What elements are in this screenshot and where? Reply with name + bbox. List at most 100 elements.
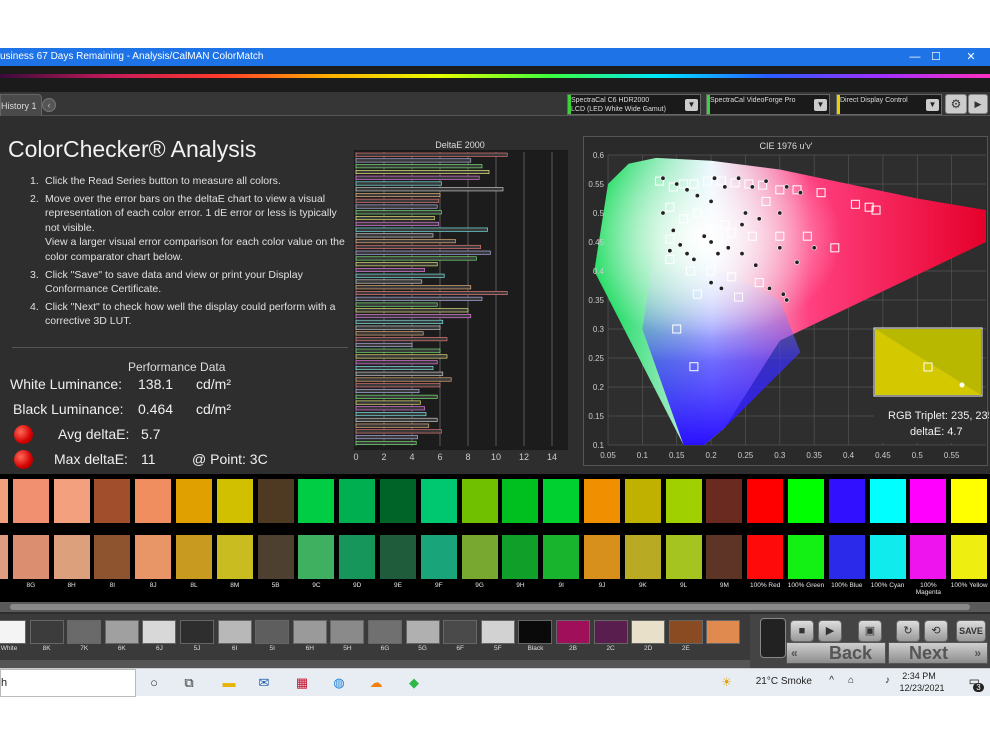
measured-swatch[interactable] xyxy=(12,535,49,579)
deltae-bar[interactable] xyxy=(355,210,442,215)
target-swatch[interactable] xyxy=(584,479,620,523)
deltae-bar[interactable] xyxy=(355,417,438,422)
deltae-bar[interactable] xyxy=(355,244,481,249)
series-swatch[interactable] xyxy=(480,620,515,644)
deltae-bar[interactable] xyxy=(355,285,472,290)
deltae-chart[interactable]: DeltaE 2000 0 2 4 6 8 10 12 14 xyxy=(352,140,574,470)
measured-swatch[interactable] xyxy=(461,535,498,579)
series-swatch[interactable] xyxy=(631,620,666,644)
measured-swatch[interactable] xyxy=(176,535,212,579)
chevron-down-icon[interactable]: ▼ xyxy=(926,99,939,111)
measured-swatch[interactable] xyxy=(94,535,131,579)
series-swatch[interactable] xyxy=(180,620,214,644)
office-icon[interactable]: ▦ xyxy=(293,674,311,692)
deltae-bar[interactable] xyxy=(355,337,448,342)
deltae-bar[interactable] xyxy=(355,429,442,434)
file-explorer-icon[interactable]: ▬ xyxy=(220,674,238,692)
weather-text[interactable]: 21°C Smoke xyxy=(756,676,812,687)
measured-swatch[interactable] xyxy=(788,535,824,579)
deltae-bar[interactable] xyxy=(355,204,438,209)
deltae-bar[interactable] xyxy=(355,440,417,445)
deltae-bar[interactable] xyxy=(355,423,430,428)
series-swatch[interactable] xyxy=(292,620,327,644)
taskbar-search-input[interactable]: h xyxy=(0,669,136,697)
deltae-bar[interactable] xyxy=(355,169,490,174)
series-swatch[interactable] xyxy=(518,620,553,644)
calman-app-icon[interactable]: ◆ xyxy=(405,674,423,692)
deltae-bar[interactable] xyxy=(355,296,483,301)
back-button[interactable]: « Back xyxy=(786,642,886,664)
series-swatch[interactable] xyxy=(29,620,64,644)
save-disk-icon[interactable]: ▣ xyxy=(858,620,882,642)
target-swatch[interactable] xyxy=(257,479,294,523)
edge-browser-icon[interactable]: ◍ xyxy=(330,674,348,692)
measured-swatch[interactable] xyxy=(543,535,580,579)
play-icon[interactable]: ▶ xyxy=(818,620,842,642)
deltae-bar[interactable] xyxy=(355,152,508,157)
clock-time[interactable]: 2:34 PM xyxy=(896,671,942,681)
target-swatch[interactable] xyxy=(380,479,416,523)
deltae-bar[interactable] xyxy=(355,267,425,272)
deltae-bar[interactable] xyxy=(355,319,444,324)
target-swatch[interactable] xyxy=(543,479,580,523)
network-icon[interactable]: ⌂ xyxy=(848,675,854,686)
deltae-bar[interactable] xyxy=(355,365,434,370)
measured-swatch[interactable] xyxy=(420,535,457,579)
target-swatch[interactable] xyxy=(828,479,865,523)
cloud-app-icon[interactable]: ☁ xyxy=(367,674,385,692)
target-swatch[interactable] xyxy=(0,479,8,523)
series-swatch[interactable] xyxy=(668,620,703,644)
measured-swatch[interactable] xyxy=(380,535,416,579)
close-button[interactable]: ✕ xyxy=(956,48,986,66)
deltae-bar[interactable] xyxy=(355,256,477,261)
deltae-bar[interactable] xyxy=(355,371,444,376)
target-swatch[interactable] xyxy=(747,479,784,523)
pattern-generator-select[interactable]: SpectraCal VideoForge Pro ▼ xyxy=(706,94,830,115)
deltae-bar[interactable] xyxy=(355,164,483,169)
measured-swatch[interactable] xyxy=(0,535,8,579)
chevron-up-icon[interactable]: ^ xyxy=(829,675,834,686)
deltae-bar[interactable] xyxy=(355,354,448,359)
volume-icon[interactable]: ♪ xyxy=(885,675,890,686)
refresh-icon[interactable]: ↻ xyxy=(896,620,920,642)
deltae-bar[interactable] xyxy=(355,389,420,394)
series-swatch[interactable] xyxy=(217,620,252,644)
tab-history-1[interactable]: History 1 xyxy=(0,94,42,116)
measured-swatch[interactable] xyxy=(502,535,539,579)
target-swatch[interactable] xyxy=(502,479,539,523)
target-swatch[interactable] xyxy=(951,479,988,523)
series-swatch[interactable] xyxy=(593,620,628,644)
measured-swatch[interactable] xyxy=(135,535,172,579)
deltae-bar[interactable] xyxy=(355,262,438,267)
deltae-bar[interactable] xyxy=(355,198,439,203)
target-swatch[interactable] xyxy=(339,479,376,523)
save-button[interactable]: SAVE xyxy=(956,620,986,642)
scrollbar-thumb[interactable] xyxy=(10,604,970,610)
deltae-bar[interactable] xyxy=(355,233,434,238)
stop-icon[interactable]: ■ xyxy=(790,620,814,642)
deltae-bar[interactable] xyxy=(355,314,472,319)
cortana-icon[interactable]: ○ xyxy=(145,674,163,692)
tab-nav-icon[interactable]: ‹ xyxy=(42,98,56,112)
chevron-down-icon[interactable]: ▼ xyxy=(685,99,698,111)
loop-icon[interactable]: ⟲ xyxy=(924,620,948,642)
target-swatch[interactable] xyxy=(869,479,906,523)
measured-swatch[interactable] xyxy=(584,535,620,579)
deltae-bar[interactable] xyxy=(355,377,452,382)
deltae-bar[interactable] xyxy=(355,279,423,284)
series-swatch[interactable] xyxy=(104,620,139,644)
deltae-bar[interactable] xyxy=(355,158,472,163)
display-control-select[interactable]: Direct Display Control ▼ xyxy=(836,94,942,115)
next-button[interactable]: Next » xyxy=(888,642,988,664)
measured-swatch[interactable] xyxy=(216,535,253,579)
target-swatch[interactable] xyxy=(94,479,131,523)
measured-swatch[interactable] xyxy=(624,535,661,579)
target-swatch[interactable] xyxy=(910,479,947,523)
deltae-bar[interactable] xyxy=(355,406,425,411)
series-swatch[interactable] xyxy=(142,620,177,644)
mail-icon[interactable]: ✉ xyxy=(255,674,273,692)
series-swatch[interactable] xyxy=(405,620,440,644)
chevron-down-icon[interactable]: ▼ xyxy=(814,99,827,111)
deltae-bar[interactable] xyxy=(355,175,480,180)
record-icon[interactable] xyxy=(760,618,786,658)
